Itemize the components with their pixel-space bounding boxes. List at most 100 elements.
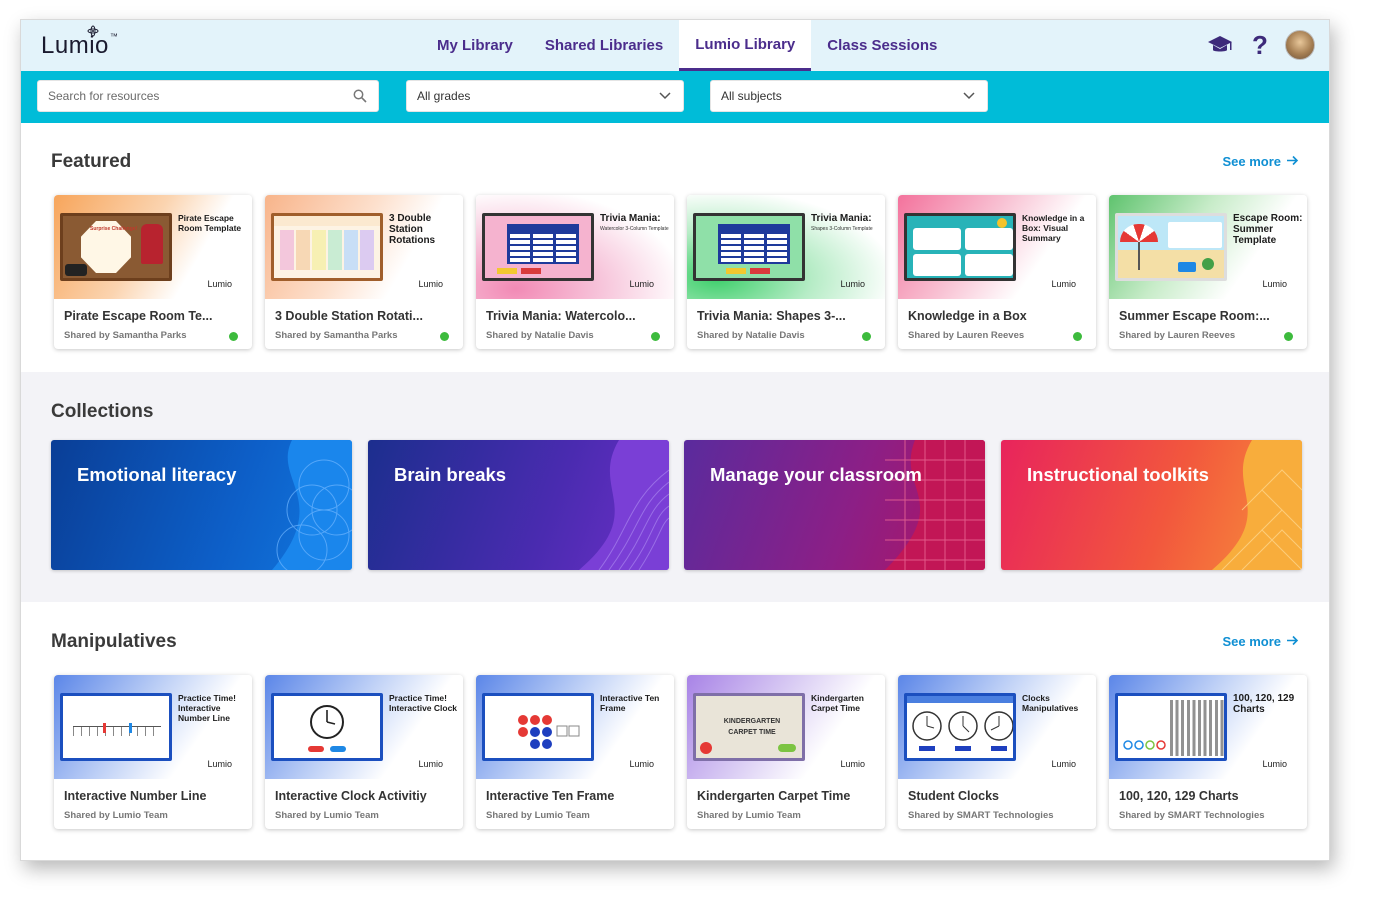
collection-pattern [579, 440, 669, 570]
featured-title: Featured [51, 151, 132, 172]
resource-card[interactable]: Clocks Manipulatives Lumio Student Clock… [898, 675, 1096, 829]
nav-icons: ? [1205, 30, 1315, 60]
card-title: Trivia Mania: Watercolo... [486, 309, 636, 323]
resource-card[interactable]: Escape Room: Summer Template Lumio Summe… [1109, 195, 1307, 349]
search-icon[interactable] [352, 88, 368, 104]
card-author: Shared by Samantha Parks [275, 330, 398, 341]
resource-card[interactable]: KINDERGARTEN CARPET TIME Kindergarten Ca… [687, 675, 885, 829]
card-title: Trivia Mania: Shapes 3-... [697, 309, 846, 323]
thumb-title: Trivia Mania: Shapes 3-Column Template [811, 213, 883, 233]
tab-lumio-library[interactable]: Lumio Library [679, 20, 812, 71]
collection-emotional-literacy[interactable]: Emotional literacy [51, 440, 352, 570]
collection-manage-your-classroom[interactable]: Manage your classroom [684, 440, 985, 570]
search-placeholder: Search for resources [48, 89, 160, 103]
tab-shared-libraries[interactable]: Shared Libraries [529, 20, 679, 71]
lumio-logo[interactable]: Lumio™ [41, 25, 119, 60]
status-dot [229, 332, 238, 341]
arrow-right-icon [1286, 634, 1299, 649]
card-title: Interactive Ten Frame [486, 789, 615, 803]
resource-card[interactable]: Trivia Mania: Watercolor 3-Column Templat… [476, 195, 674, 349]
resource-card[interactable]: Trivia Mania: Shapes 3-Column Template Lu… [687, 195, 885, 349]
card-author: Shared by Samantha Parks [64, 330, 187, 341]
card-author: Shared by Lumio Team [486, 810, 590, 821]
thumb-title: Practice Time! Interactive Number Line [178, 693, 236, 723]
thumb-brand: Lumio [629, 759, 654, 769]
subjects-select[interactable]: All subjects [710, 80, 988, 112]
thumb-title: Escape Room: Summer Template [1233, 213, 1303, 246]
card-thumbnail: 100, 120, 129 Charts Lumio [1109, 675, 1307, 779]
collection-label: Brain breaks [394, 464, 507, 485]
collection-label: Instructional toolkits [1027, 464, 1209, 485]
chevron-down-icon [961, 88, 977, 104]
thumb-brand: Lumio [840, 759, 865, 769]
thumb-brand: Lumio [207, 279, 232, 289]
card-thumbnail: Practice Time! Interactive Number Line L… [54, 675, 252, 779]
card-author: Shared by Lumio Team [697, 810, 801, 821]
resource-card[interactable]: Practice Time! Interactive Number Line L… [54, 675, 252, 829]
collection-pattern [272, 440, 352, 570]
thumb-brand: Lumio [1262, 279, 1287, 289]
card-title: Interactive Number Line [64, 789, 207, 803]
card-title: Knowledge in a Box [908, 309, 1027, 323]
kinder-slide-text: KINDERGARTEN CARPET TIME [723, 718, 781, 736]
thumb-brand: Lumio [1051, 279, 1076, 289]
card-title: Kindergarten Carpet Time [697, 789, 851, 803]
thumb-title-main: Trivia Mania: [811, 213, 872, 224]
card-title: Summer Escape Room:... [1119, 309, 1270, 323]
card-thumbnail: KINDERGARTEN CARPET TIME Kindergarten Ca… [687, 675, 885, 779]
card-title: Interactive Clock Activitiy [275, 789, 427, 803]
thumb-title: Pirate Escape Room Template [178, 213, 242, 233]
grades-select[interactable]: All grades [406, 80, 684, 112]
card-thumbnail: Surprise Challenge! Pirate Escape Room T… [54, 195, 252, 299]
grades-value: All grades [417, 89, 471, 103]
top-nav: Lumio™ My Library Shared Libraries Lumio… [21, 20, 1329, 71]
avatar[interactable] [1285, 30, 1315, 60]
filter-bar: Search for resources All grades All subj… [21, 71, 1329, 123]
see-more-label: See more [1222, 154, 1281, 169]
status-dot [862, 332, 871, 341]
collection-pattern [885, 440, 985, 570]
tab-my-library[interactable]: My Library [421, 20, 529, 71]
card-title: Student Clocks [908, 789, 999, 803]
help-icon[interactable]: ? [1245, 30, 1275, 60]
thumb-title: Knowledge in a Box: Visual Summary [1022, 213, 1085, 243]
resource-card[interactable]: Surprise Challenge! Pirate Escape Room T… [54, 195, 252, 349]
thumb-brand: Lumio [1051, 759, 1076, 769]
card-thumbnail: Trivia Mania: Shapes 3-Column Template Lu… [687, 195, 885, 299]
thumb-brand: Lumio [207, 759, 232, 769]
card-thumbnail: Interactive Ten Frame Lumio [476, 675, 674, 779]
graduation-cap-icon[interactable] [1205, 30, 1235, 60]
thumb-subtitle: Watercolor 3-Column Template [600, 226, 669, 232]
subjects-value: All subjects [721, 89, 782, 103]
resource-card[interactable]: Knowledge in a Box: Visual Summary Lumio… [898, 195, 1096, 349]
thumb-brand: Lumio [629, 279, 654, 289]
featured-cards: Surprise Challenge! Pirate Escape Room T… [54, 195, 1307, 349]
card-thumbnail: Practice Time! Interactive Clock Lumio [265, 675, 463, 779]
manipulatives-cards: Practice Time! Interactive Number Line L… [54, 675, 1307, 829]
thumb-title: Practice Time! Interactive Clock [389, 693, 458, 713]
card-author: Shared by Lauren Reeves [1119, 330, 1236, 341]
resource-card[interactable]: 3 Double Station Rotations Lumio 3 Doubl… [265, 195, 463, 349]
card-title: 3 Double Station Rotati... [275, 309, 423, 323]
collection-instructional-toolkits[interactable]: Instructional toolkits [1001, 440, 1302, 570]
manipulatives-title: Manipulatives [51, 631, 177, 652]
featured-see-more[interactable]: See more [1222, 154, 1299, 169]
resource-card[interactable]: Interactive Ten Frame Lumio Interactive … [476, 675, 674, 829]
thumb-brand: Lumio [418, 759, 443, 769]
resource-card[interactable]: Practice Time! Interactive Clock Lumio I… [265, 675, 463, 829]
card-author: Shared by Natalie Davis [697, 330, 805, 341]
card-author: Shared by Lumio Team [64, 810, 168, 821]
resource-card[interactable]: 100, 120, 129 Charts Lumio 100, 120, 129… [1109, 675, 1307, 829]
manipulatives-see-more[interactable]: See more [1222, 634, 1299, 649]
collection-pattern [1212, 440, 1302, 570]
card-author: Shared by Lumio Team [275, 810, 379, 821]
status-dot [1284, 332, 1293, 341]
logo-tm: ™ [109, 32, 119, 41]
collection-brain-breaks[interactable]: Brain breaks [368, 440, 669, 570]
collections-title: Collections [51, 401, 154, 422]
tab-class-sessions[interactable]: Class Sessions [811, 20, 953, 71]
search-input[interactable]: Search for resources [37, 80, 379, 112]
atom-icon [87, 25, 99, 40]
card-thumbnail: 3 Double Station Rotations Lumio [265, 195, 463, 299]
card-title: Pirate Escape Room Te... [64, 309, 213, 323]
